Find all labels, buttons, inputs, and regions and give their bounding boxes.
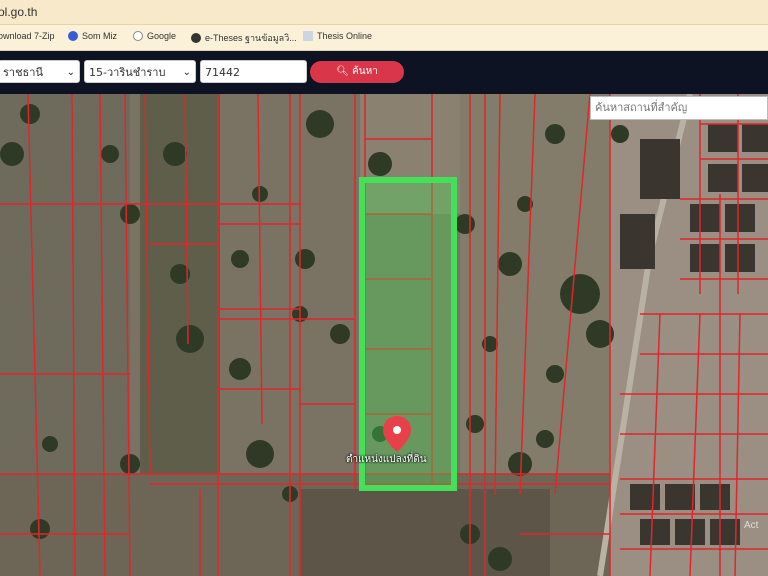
globe-icon (191, 33, 201, 43)
highlighted-parcel[interactable] (359, 177, 457, 491)
address-bar[interactable]: ol.go.th (0, 0, 768, 25)
bookmark-thesis-online[interactable]: Thesis Online (303, 31, 372, 41)
document-icon (303, 31, 313, 41)
bookmark-label: e-Theses ฐานข้อมูลวิ... (205, 33, 297, 43)
bookmark-google[interactable]: Google (133, 31, 176, 41)
chevron-down-icon: ⌄ (66, 67, 75, 78)
bookmark-som-miz[interactable]: Som Miz (68, 31, 117, 41)
chevron-down-icon: ⌄ (182, 67, 191, 78)
province-value: ราชธานี (3, 66, 43, 79)
bookmark-label: ownload 7-Zip (0, 31, 55, 41)
parcel-number-input[interactable]: 71442 (200, 60, 307, 83)
activate-watermark: Act (744, 520, 759, 531)
bookmarks-bar: ownload 7-Zip Som Miz Google e-Theses ฐา… (0, 25, 768, 51)
url-text: ol.go.th (0, 5, 38, 19)
place-search-input[interactable]: ค้นหาสถานที่สำคัญ (590, 96, 768, 120)
field-area (300, 489, 550, 576)
place-search-placeholder: ค้นหาสถานที่สำคัญ (595, 101, 688, 114)
pin-label: ตำแหน่งแปลงที่ดิน (346, 454, 427, 465)
satellite-map[interactable] (0, 94, 768, 576)
bookmark-label: Som Miz (82, 31, 118, 41)
bookmark-label: Thesis Online (317, 31, 373, 41)
facebook-icon (68, 31, 78, 41)
search-button[interactable]: 🔍︎ ค้นหา (310, 61, 404, 83)
bookmark-7zip[interactable]: ownload 7-Zip (0, 31, 55, 41)
search-icon: 🔍︎ (336, 66, 349, 77)
search-button-label: ค้นหา (352, 66, 378, 77)
bookmark-label: Google (147, 31, 177, 41)
search-toolbar: ราชธานี ⌄ 15-วารินชำราบ ⌄ 71442 🔍︎ ค้นหา (0, 51, 768, 94)
bookmark-e-theses[interactable]: e-Theses ฐานข้อมูลวิ... (191, 31, 297, 45)
google-icon (133, 31, 143, 41)
province-select[interactable]: ราชธานี ⌄ (0, 60, 80, 83)
district-select[interactable]: 15-วารินชำราบ ⌄ (84, 60, 196, 83)
district-value: 15-วารินชำราบ (89, 66, 166, 79)
parcel-number-value: 71442 (205, 66, 240, 79)
